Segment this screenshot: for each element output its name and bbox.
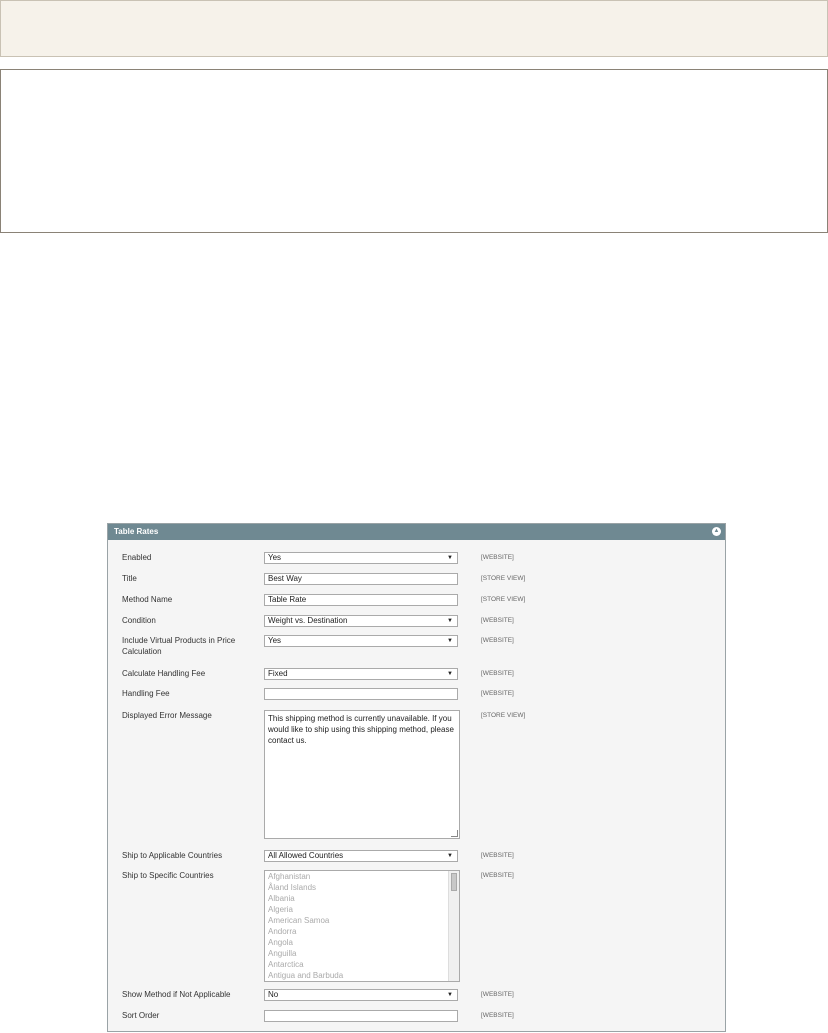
scrollbar-thumb[interactable] — [451, 873, 457, 891]
country-option[interactable]: Åland Islands — [265, 882, 459, 893]
specific-countries-label: Ship to Specific Countries — [122, 871, 214, 880]
condition-value: Weight vs. Destination — [268, 616, 348, 625]
method-name-label: Method Name — [122, 595, 173, 604]
error-message-text: This shipping method is currently unavai… — [268, 714, 454, 745]
country-option[interactable]: Antarctica — [265, 959, 459, 970]
dropdown-arrow-icon: ▼ — [447, 671, 453, 677]
resize-grip-icon[interactable] — [451, 830, 458, 837]
include-virtual-value: Yes — [268, 636, 282, 645]
calc-handling-fee-scope: [WEBSITE] — [481, 670, 514, 677]
dropdown-arrow-icon: ▼ — [447, 555, 453, 561]
handling-fee-scope: [WEBSITE] — [481, 690, 514, 697]
include-virtual-scope: [WEBSITE] — [481, 637, 514, 644]
enabled-select[interactable]: Yes ▼ — [264, 552, 458, 564]
country-option[interactable]: Algeria — [265, 904, 459, 915]
enabled-scope: [WEBSITE] — [481, 554, 514, 561]
show-method-label: Show Method if Not Applicable — [122, 990, 231, 999]
enabled-value: Yes — [268, 553, 282, 562]
dropdown-arrow-icon: ▼ — [447, 618, 453, 624]
calc-handling-fee-label: Calculate Handling Fee — [122, 669, 206, 678]
applicable-countries-label: Ship to Applicable Countries — [122, 851, 223, 860]
method-name-scope: [STORE VIEW] — [481, 596, 526, 603]
calc-handling-fee-value: Fixed — [268, 669, 288, 678]
dropdown-arrow-icon: ▼ — [447, 853, 453, 859]
country-option[interactable]: Angola — [265, 937, 459, 948]
calc-handling-fee-select[interactable]: Fixed ▼ — [264, 668, 458, 680]
sort-order-label: Sort Order — [122, 1011, 160, 1020]
dropdown-arrow-icon: ▼ — [447, 638, 453, 644]
country-option[interactable]: American Samoa — [265, 915, 459, 926]
section-header[interactable]: Table Rates ▲ — [108, 524, 725, 540]
error-message-scope: [STORE VIEW] — [481, 712, 526, 719]
country-option[interactable]: Anguilla — [265, 948, 459, 959]
specific-countries-scope: [WEBSITE] — [481, 872, 514, 879]
show-method-scope: [WEBSITE] — [481, 991, 514, 998]
section-title: Table Rates — [114, 527, 159, 536]
collapse-up-icon[interactable]: ▲ — [712, 527, 721, 536]
specific-countries-multiselect[interactable]: Afghanistan Åland Islands Albania Algeri… — [264, 870, 460, 982]
error-message-textarea[interactable]: This shipping method is currently unavai… — [264, 710, 460, 839]
title-scope: [STORE VIEW] — [481, 575, 526, 582]
dropdown-arrow-icon: ▼ — [447, 992, 453, 998]
condition-scope: [WEBSITE] — [481, 617, 514, 624]
country-option[interactable]: Afghanistan — [265, 871, 459, 882]
title-label: Title — [122, 574, 137, 583]
include-virtual-label: Include Virtual Products in Price Calcul… — [122, 636, 236, 656]
handling-fee-input[interactable] — [264, 688, 458, 700]
title-input[interactable]: Best Way — [264, 573, 458, 585]
handling-fee-label: Handling Fee — [122, 689, 170, 698]
condition-select[interactable]: Weight vs. Destination ▼ — [264, 615, 458, 627]
show-method-select[interactable]: No ▼ — [264, 989, 458, 1001]
country-option[interactable]: Albania — [265, 893, 459, 904]
include-virtual-select[interactable]: Yes ▼ — [264, 635, 458, 647]
multiselect-scrollbar[interactable] — [448, 871, 459, 981]
sort-order-scope: [WEBSITE] — [481, 1012, 514, 1019]
applicable-countries-value: All Allowed Countries — [268, 851, 344, 860]
applicable-countries-scope: [WEBSITE] — [481, 852, 514, 859]
show-method-value: No — [268, 990, 279, 999]
condition-label: Condition — [122, 616, 156, 625]
method-name-input[interactable]: Table Rate — [264, 594, 458, 606]
country-option[interactable]: Antigua and Barbuda — [265, 970, 459, 981]
applicable-countries-select[interactable]: All Allowed Countries ▼ — [264, 850, 458, 862]
enabled-label: Enabled — [122, 553, 152, 562]
country-option[interactable]: Andorra — [265, 926, 459, 937]
content-panel — [0, 69, 828, 233]
error-message-label: Displayed Error Message — [122, 711, 212, 720]
notice-bar — [0, 0, 828, 57]
table-rates-section: Table Rates ▲ Enabled Yes ▼ [WEBSITE] Ti… — [107, 523, 726, 1032]
sort-order-input[interactable] — [264, 1010, 458, 1022]
